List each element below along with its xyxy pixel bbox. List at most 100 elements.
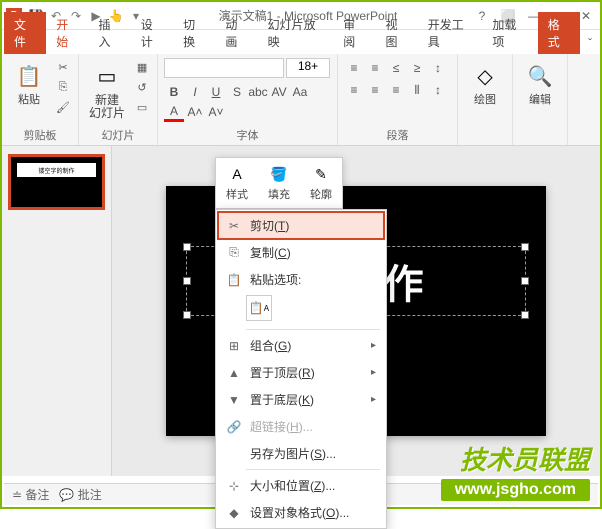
- bullets-icon[interactable]: ≡: [344, 58, 364, 78]
- font-size-select[interactable]: 18+: [286, 58, 330, 78]
- section-icon[interactable]: ▭: [133, 98, 151, 116]
- italic-button[interactable]: I: [185, 82, 205, 102]
- fill-icon: 🪣: [269, 164, 289, 184]
- ctx-front-label: 置于顶层(R): [250, 364, 315, 381]
- size-position-icon: ⊹: [226, 479, 242, 493]
- paste-ctx-icon: 📋: [226, 273, 242, 287]
- ctx-hyperlink: 🔗 超链接(H)...: [218, 413, 384, 440]
- ctx-format-label: 设置对象格式(O)...: [250, 504, 349, 521]
- align-left-icon[interactable]: ≡: [344, 80, 364, 100]
- ctx-format-object[interactable]: ◆ 设置对象格式(O)...: [218, 499, 384, 526]
- line-spacing-icon[interactable]: ↕: [428, 80, 448, 100]
- tab-addins[interactable]: 加载项: [482, 12, 535, 54]
- collapse-ribbon-icon[interactable]: ˇ: [580, 32, 600, 54]
- ctx-save-as-image[interactable]: 另存为图片(S)...: [218, 440, 384, 467]
- drawing-button[interactable]: ◇ 绘图: [464, 58, 506, 108]
- ctx-link-label: 超链接(H)...: [250, 418, 313, 435]
- tab-slideshow[interactable]: 幻灯片放映: [258, 12, 334, 54]
- align-right-icon[interactable]: ≡: [386, 80, 406, 100]
- group-font-label: 字体: [164, 125, 331, 143]
- style-tool[interactable]: A 样式: [220, 162, 254, 204]
- ctx-size-position[interactable]: ⊹ 大小和位置(Z)...: [218, 472, 384, 499]
- watermark-url: www.jsgho.com: [441, 479, 590, 501]
- group-drawing: ◇ 绘图: [458, 54, 513, 145]
- notes-button[interactable]: ≐ 备注: [12, 486, 49, 503]
- ribbon-tabs: 文件 开始 插入 设计 切换 动画 幻灯片放映 审阅 视图 开发工具 加载项 格…: [2, 30, 600, 54]
- tab-view[interactable]: 视图: [376, 12, 418, 54]
- tab-transitions[interactable]: 切换: [173, 12, 215, 54]
- tab-review[interactable]: 审阅: [333, 12, 375, 54]
- ctx-copy[interactable]: ⎘ 复制(C): [218, 239, 384, 266]
- clear-format-button[interactable]: Aa: [290, 82, 310, 102]
- hyperlink-icon: 🔗: [226, 420, 242, 434]
- ctx-saveimg-label: 另存为图片(S)...: [250, 445, 336, 462]
- ctx-paste-label: 粘贴选项:: [250, 271, 301, 288]
- new-slide-button[interactable]: ▭ 新建幻灯片: [85, 58, 129, 122]
- fill-tool[interactable]: 🪣 填充: [262, 162, 296, 204]
- resize-handle-ml[interactable]: [183, 277, 191, 285]
- ctx-cut[interactable]: ✂ 剪切(T): [218, 212, 384, 239]
- editing-button[interactable]: 🔍 编辑: [519, 58, 561, 108]
- tab-design[interactable]: 设计: [131, 12, 173, 54]
- group-slides-label: 幻灯片: [85, 125, 151, 143]
- paste-button[interactable]: 📋 粘贴: [8, 58, 50, 108]
- scissors-icon: ✂: [226, 219, 242, 233]
- style-label: 样式: [226, 186, 248, 202]
- align-center-icon[interactable]: ≡: [365, 80, 385, 100]
- indent-dec-icon[interactable]: ≤: [386, 58, 406, 78]
- copy-icon[interactable]: ⎘: [54, 78, 72, 96]
- submenu-arrow-icon: ▸: [371, 340, 376, 351]
- ctx-send-back[interactable]: ▼ 置于底层(K) ▸: [218, 386, 384, 413]
- context-menu: ✂ 剪切(T) ⎘ 复制(C) 📋 粘贴选项: 📋A ⊞ 组合(G) ▸ ▲ 置…: [215, 209, 387, 529]
- slide-thumbnails-panel: 1 镂空字的制作: [2, 146, 112, 476]
- outline-tool[interactable]: ✎ 轮廓: [304, 162, 338, 204]
- resize-handle-br[interactable]: [521, 311, 529, 319]
- numbering-icon[interactable]: ≡: [365, 58, 385, 78]
- reset-icon[interactable]: ↺: [133, 78, 151, 96]
- slide-thumbnail-1[interactable]: 镂空字的制作: [8, 154, 105, 210]
- bring-front-icon: ▲: [226, 366, 242, 380]
- editing-label: 编辑: [529, 94, 551, 106]
- group-font: 18+ B I U S abc AV Aa A A˄ A˅ 字体: [158, 54, 338, 145]
- resize-handle-bl[interactable]: [183, 311, 191, 319]
- underline-button[interactable]: U: [206, 82, 226, 102]
- tab-home[interactable]: 开始: [46, 12, 88, 54]
- ctx-group[interactable]: ⊞ 组合(G) ▸: [218, 332, 384, 359]
- ctx-back-label: 置于底层(K): [250, 391, 314, 408]
- tab-format[interactable]: 格式: [538, 12, 580, 54]
- group-paragraph: ≡ ≡ ≤ ≥ ↕ ≡ ≡ ≡ ⫴ ↕ 段落: [338, 54, 458, 145]
- tab-insert[interactable]: 插入: [89, 12, 131, 54]
- cut-icon[interactable]: ✂: [54, 58, 72, 76]
- resize-handle-mr[interactable]: [521, 277, 529, 285]
- resize-handle-tl[interactable]: [183, 243, 191, 251]
- spacing-button[interactable]: AV: [269, 82, 289, 102]
- ctx-bring-front[interactable]: ▲ 置于顶层(R) ▸: [218, 359, 384, 386]
- indent-inc-icon[interactable]: ≥: [407, 58, 427, 78]
- columns-icon[interactable]: ⫴: [407, 80, 427, 100]
- copy-ctx-icon: ⎘: [226, 245, 242, 260]
- separator: [246, 329, 380, 330]
- watermark-text: 技术员联盟: [460, 440, 590, 477]
- layout-icon[interactable]: ▦: [133, 58, 151, 76]
- tab-animations[interactable]: 动画: [215, 12, 257, 54]
- decrease-font-button[interactable]: A˅: [206, 102, 226, 122]
- group-clipboard-label: 剪贴板: [8, 125, 72, 143]
- group-clipboard: 📋 粘贴 ✂ ⎘ 🖌 剪贴板: [2, 54, 79, 145]
- tab-developer[interactable]: 开发工具: [418, 12, 483, 54]
- shapes-icon: ◇: [469, 60, 501, 92]
- format-painter-icon[interactable]: 🖌: [54, 98, 72, 116]
- paste-options: 📋A: [218, 293, 384, 327]
- paste-option-keep-text[interactable]: 📋A: [246, 295, 272, 321]
- text-direction-icon[interactable]: ↕: [428, 58, 448, 78]
- font-color-button[interactable]: A: [164, 102, 184, 122]
- submenu-arrow-icon: ▸: [371, 367, 376, 378]
- shadow-button[interactable]: abc: [248, 82, 268, 102]
- ctx-copy-label: 复制(C): [250, 244, 291, 261]
- resize-handle-tr[interactable]: [521, 243, 529, 251]
- font-family-select[interactable]: [164, 58, 284, 78]
- bold-button[interactable]: B: [164, 82, 184, 102]
- comments-button[interactable]: 💬 批注: [59, 486, 101, 503]
- tab-file[interactable]: 文件: [4, 12, 46, 54]
- increase-font-button[interactable]: A˄: [185, 102, 205, 122]
- strike-button[interactable]: S: [227, 82, 247, 102]
